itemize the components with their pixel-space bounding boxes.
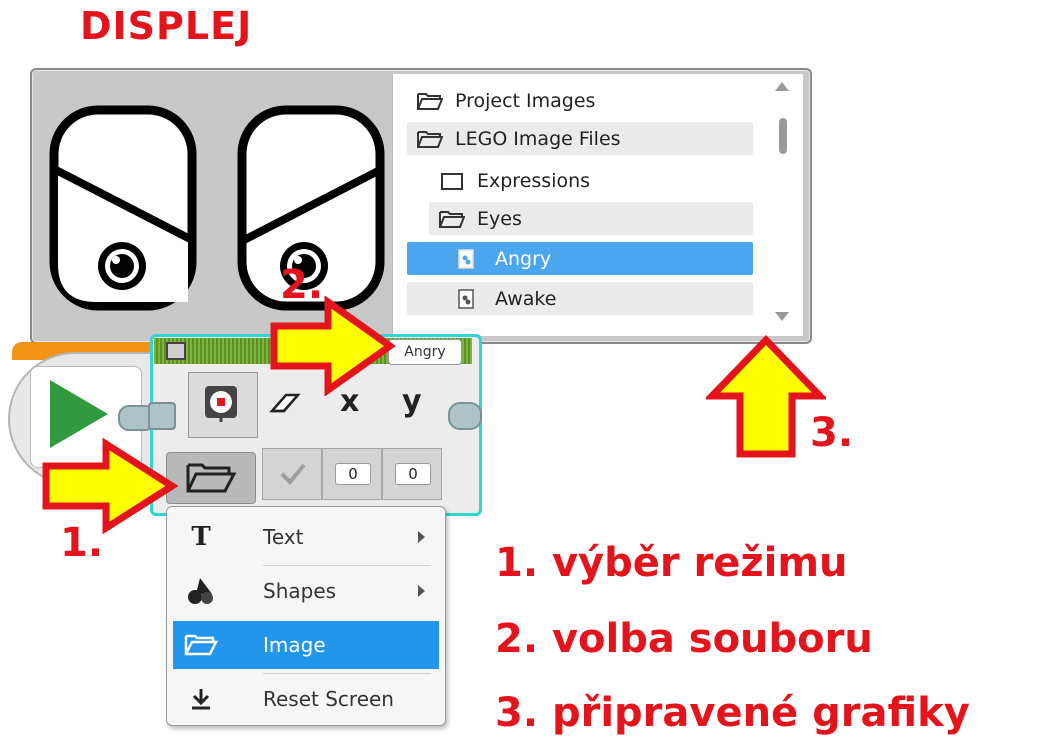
arrow-step2-icon: [270, 296, 396, 396]
step-number-3: 3.: [810, 410, 854, 456]
folder-open-icon: [417, 128, 443, 150]
shapes-icon: [173, 576, 229, 606]
y-value-field[interactable]: 0: [395, 463, 431, 485]
arrow-step3-icon: [706, 334, 826, 458]
menu-item-image[interactable]: Image: [173, 621, 439, 669]
scroll-up-arrow-icon[interactable]: [775, 82, 789, 91]
legend-step-2: 2. volba souboru: [495, 616, 873, 662]
sequence-output-connector: [448, 402, 482, 430]
folder-closed-icon: [439, 170, 465, 192]
file-list-item-label: Project Images: [455, 89, 596, 112]
download-icon: [173, 687, 229, 711]
menu-item-label: Shapes: [263, 579, 337, 603]
mode-selector-button[interactable]: [166, 452, 256, 504]
file-list-item-label: Expressions: [477, 169, 591, 192]
legend-step-3: 3. připravené grafiky: [495, 690, 970, 736]
legend-step-1: 1. výběr režimu: [495, 540, 848, 586]
file-list-item-label: Awake: [495, 287, 557, 310]
x-parameter[interactable]: 0: [322, 448, 382, 500]
file-list-item-eyes[interactable]: Eyes: [429, 202, 753, 235]
folder-icon: [173, 633, 229, 657]
submenu-arrow-icon: [418, 585, 425, 597]
menu-divider: [263, 673, 431, 674]
file-list-item-project-images[interactable]: Project Images: [407, 84, 753, 117]
file-list-item-label: LEGO Image Files: [455, 127, 621, 150]
filename-bubble[interactable]: Angry: [388, 339, 462, 365]
x-value-field[interactable]: 0: [335, 463, 371, 485]
step-number-2: 2.: [280, 262, 324, 308]
menu-divider: [263, 565, 431, 566]
checkmark-icon: [280, 463, 306, 485]
file-list-item-label: Eyes: [477, 207, 522, 230]
file-list-item-lego-image-files[interactable]: LEGO Image Files: [407, 122, 753, 155]
folder-icon: [186, 463, 237, 493]
scrollbar-thumb[interactable]: [779, 118, 787, 154]
folder-open-icon: [439, 208, 465, 230]
step-number-1: 1.: [60, 520, 104, 566]
sequence-input-connector: [148, 402, 176, 430]
image-preview-panel: Project Images LEGO Image Files Expressi…: [30, 68, 812, 344]
submenu-arrow-icon: [418, 531, 425, 543]
menu-item-reset-screen[interactable]: Reset Screen: [173, 675, 439, 723]
file-list-item-label: Angry: [495, 247, 552, 270]
menu-item-label: Text: [263, 525, 304, 549]
page-title: DISPLEJ: [80, 4, 253, 48]
menu-item-shapes[interactable]: Shapes: [173, 567, 439, 615]
folder-open-icon: [417, 90, 443, 112]
clear-screen-parameter[interactable]: [262, 448, 322, 500]
file-list-item-angry[interactable]: Angry: [407, 242, 753, 275]
scroll-down-arrow-icon[interactable]: [775, 312, 789, 321]
angry-eyes-preview-image: [49, 105, 385, 311]
screen-icon: [166, 342, 186, 360]
file-list-item-awake[interactable]: Awake: [407, 282, 753, 315]
y-parameter[interactable]: 0: [382, 448, 442, 500]
image-file-icon: [457, 248, 483, 270]
menu-item-text[interactable]: T Text: [173, 513, 439, 561]
y-parameter-label: y: [402, 384, 422, 419]
brick-display-icon: [205, 386, 237, 422]
menu-item-label: Image: [263, 633, 326, 657]
image-file-icon: [457, 288, 483, 310]
text-icon: T: [191, 522, 211, 552]
image-file-list[interactable]: Project Images LEGO Image Files Expressi…: [392, 74, 803, 336]
menu-item-label: Reset Screen: [263, 687, 394, 711]
mode-menu: T Text Shapes Image Reset Screen: [166, 506, 446, 726]
file-list-item-expressions[interactable]: Expressions: [429, 164, 753, 197]
